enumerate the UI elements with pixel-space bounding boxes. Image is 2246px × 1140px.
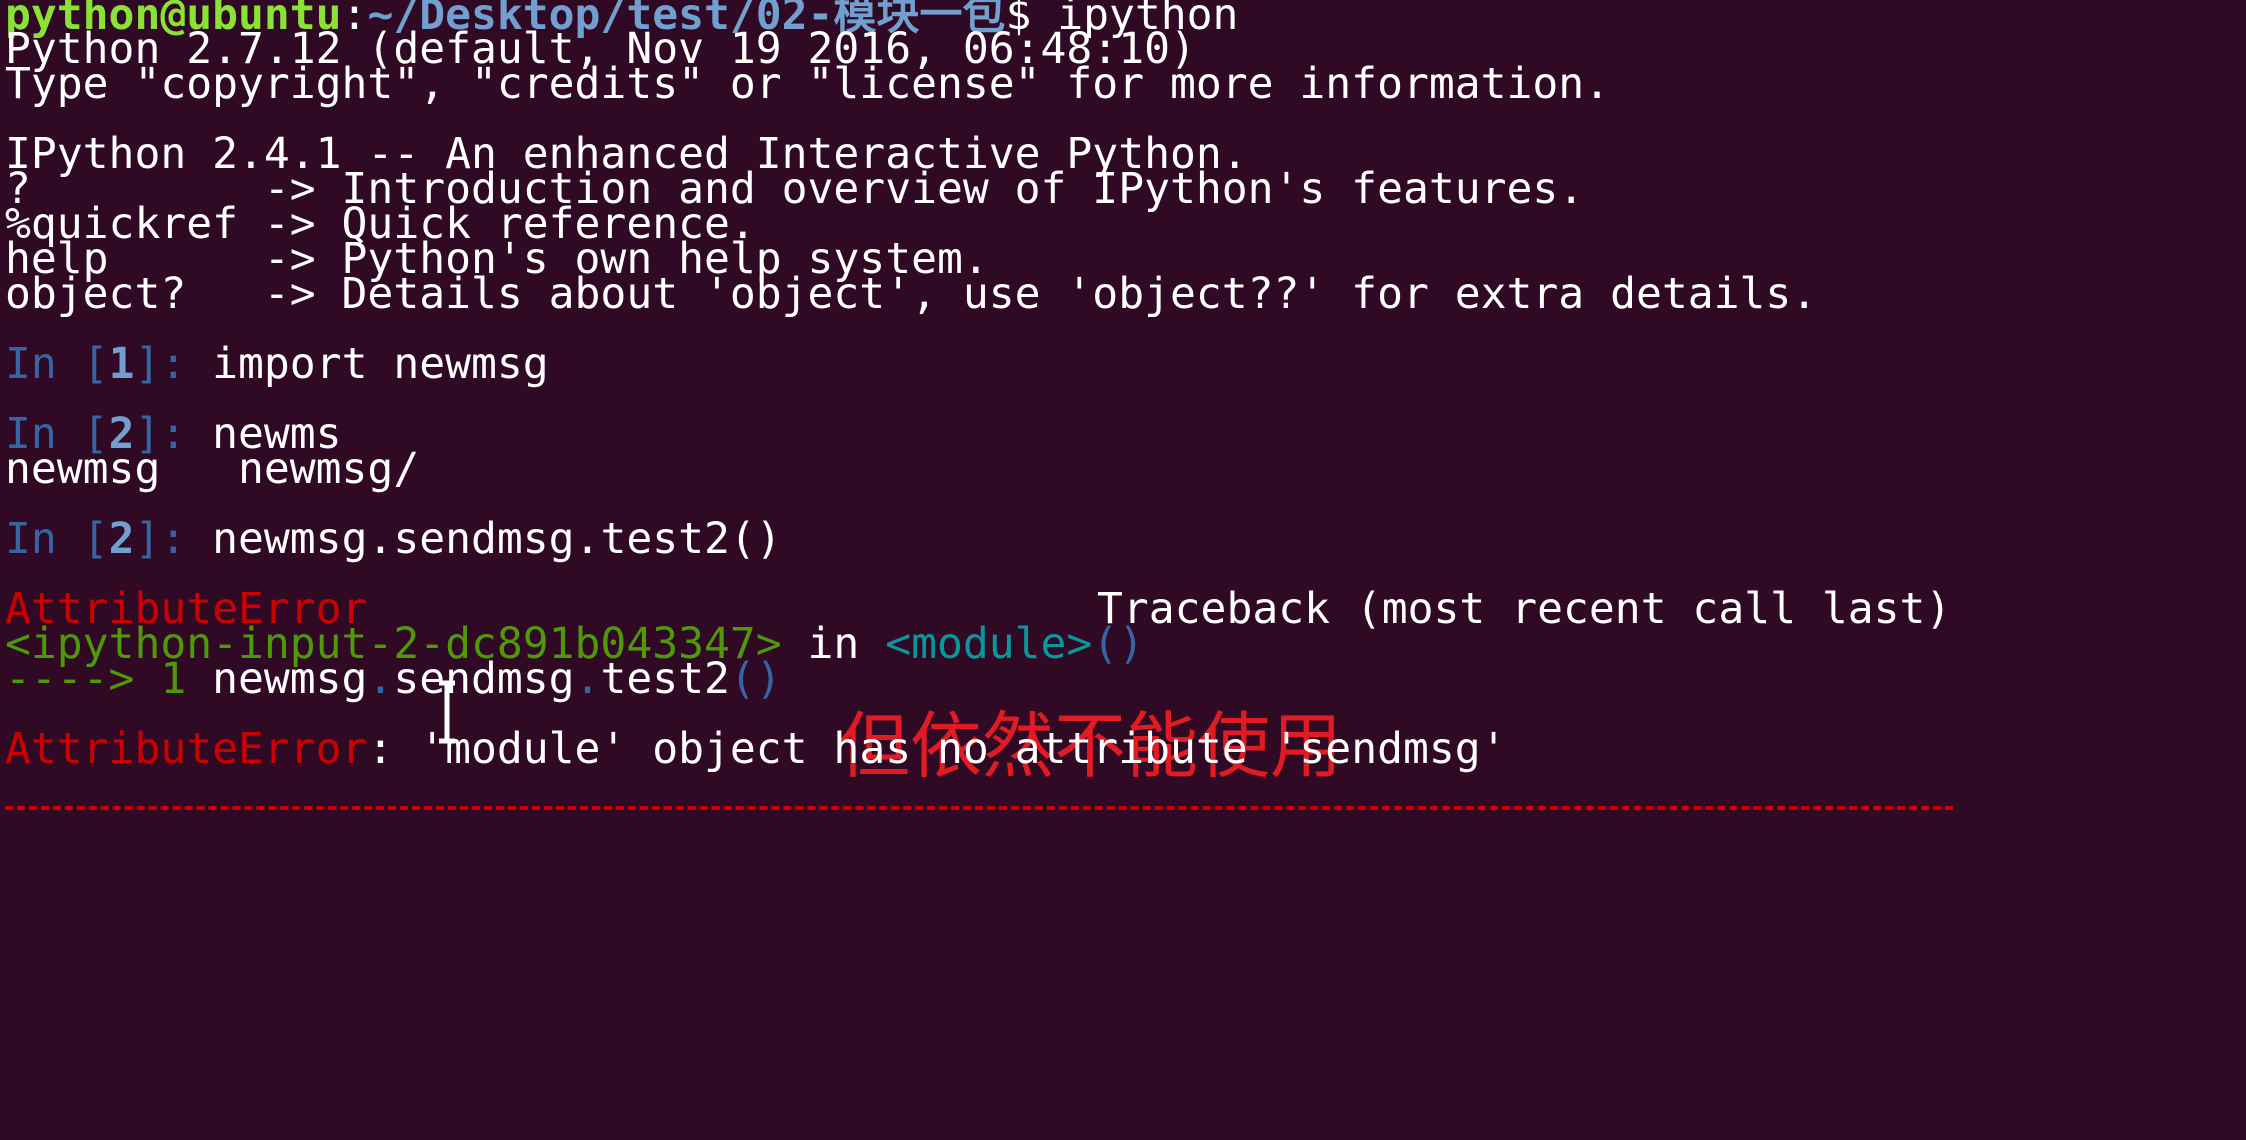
- terminal-window[interactable]: python@ubuntu:~/Desktop/test/02-模块一包$ ip…: [0, 0, 2246, 1140]
- in-prompt-suffix: ]:: [134, 514, 213, 564]
- cell-code: newmsg.sendmsg.test2(): [212, 514, 782, 564]
- paren-close: ): [1118, 619, 1145, 669]
- in-prompt-number: 1: [108, 339, 135, 389]
- error-message: : 'module' object has no attribute 'send…: [367, 724, 1507, 774]
- code-part: test2: [600, 654, 730, 704]
- code-dot: .: [574, 654, 601, 704]
- input-cell-1: In [1]: import newmsg: [5, 339, 549, 389]
- banner-copyright: Type "copyright", "credits" or "license"…: [5, 59, 1611, 109]
- in-prompt: In [: [5, 514, 109, 564]
- code-part: newmsg: [212, 654, 368, 704]
- code-part: sendmsg: [393, 654, 575, 704]
- in-prompt-suffix: ]:: [134, 339, 213, 389]
- paren-open: (: [1092, 619, 1119, 669]
- code-parens: (): [729, 654, 782, 704]
- cell-code: import newmsg: [212, 339, 549, 389]
- traceback-code-line: ----> 1 newmsg.sendmsg.test2(): [5, 654, 782, 704]
- traceback-separator: [5, 806, 1953, 810]
- traceback-header-right: Traceback (most recent call last): [1097, 584, 1952, 634]
- traceback-arrow: ----> 1: [5, 654, 213, 704]
- error-message-line: AttributeError: 'module' object has no a…: [5, 724, 1507, 774]
- in-prompt-number: 2: [108, 514, 135, 564]
- code-dot: .: [367, 654, 394, 704]
- banner-help-object: object? -> Details about 'object', use '…: [5, 269, 1818, 319]
- in-prompt: In [: [5, 339, 109, 389]
- error-name: AttributeError: [5, 724, 368, 774]
- module-reference: <module>: [885, 619, 1093, 669]
- tab-completion-list[interactable]: newmsg newmsg/: [5, 444, 419, 494]
- in-word: in: [781, 619, 886, 669]
- input-cell-3: In [2]: newmsg.sendmsg.test2(): [5, 514, 782, 564]
